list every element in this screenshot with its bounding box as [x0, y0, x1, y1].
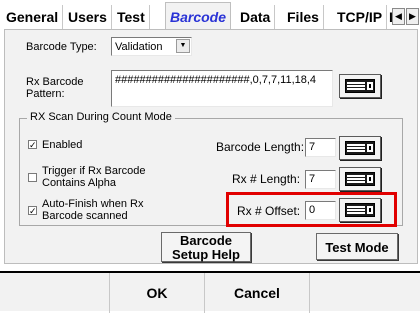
barcode-setup-help-button[interactable]: Barcode Setup Help: [161, 232, 251, 262]
tab-strip: General Users Test Barcode Data Files TC…: [0, 0, 420, 30]
rx-pattern-keyboard-button[interactable]: [339, 74, 381, 98]
tab-test[interactable]: Test: [113, 5, 150, 29]
barcode-length-keyboard-button[interactable]: [339, 136, 381, 160]
checkmark-icon: ✓: [29, 140, 37, 150]
checkmark-icon: ✓: [29, 206, 37, 216]
enabled-label: Enabled: [42, 139, 83, 151]
rx-scan-group-title: RX Scan During Count Mode: [27, 111, 175, 124]
rx-length-keyboard-button[interactable]: [339, 167, 381, 191]
trigger-alpha-checkbox[interactable]: [28, 173, 37, 182]
bottom-button-bar: OK Cancel: [0, 271, 420, 313]
tab-data[interactable]: Data: [236, 5, 276, 29]
tab-files[interactable]: Files: [283, 5, 324, 29]
tab-barcode[interactable]: Barcode: [165, 2, 232, 30]
barcode-type-select[interactable]: Validation ▼: [111, 37, 192, 56]
bottom-spacer-left: [0, 273, 110, 313]
bottom-spacer-right: [310, 273, 420, 313]
test-mode-button[interactable]: Test Mode: [316, 233, 398, 260]
enabled-checkbox[interactable]: ✓: [28, 140, 37, 150]
tab-tcpip[interactable]: TCP/IP: [333, 5, 388, 29]
auto-finish-label: Auto-Finish when Rx Barcode scanned: [42, 198, 144, 222]
rx-offset-keyboard-button[interactable]: [339, 198, 381, 222]
barcode-type-label: Barcode Type:: [26, 41, 97, 53]
keyboard-icon: [345, 79, 375, 93]
cancel-button[interactable]: Cancel: [205, 273, 310, 313]
barcode-type-value: Validation: [115, 41, 163, 53]
keyboard-icon: [345, 141, 375, 155]
rx-pattern-label: Rx Barcode Pattern:: [26, 76, 84, 100]
tab-users[interactable]: Users: [64, 5, 112, 29]
tab-scroll-right-icon[interactable]: ▶: [406, 8, 419, 25]
rx-offset-label: Rx # Offset:: [237, 204, 301, 218]
rx-length-label: Rx # Length:: [232, 172, 301, 186]
rx-pattern-field[interactable]: ######################,0,7,7,11,18,4: [111, 70, 333, 107]
rx-offset-input[interactable]: 0: [305, 201, 336, 220]
tab-general[interactable]: General: [2, 5, 64, 29]
trigger-alpha-label: Trigger if Rx Barcode Contains Alpha: [42, 165, 146, 189]
rx-length-input[interactable]: 7: [305, 170, 336, 189]
ok-button[interactable]: OK: [110, 273, 205, 313]
tab-scroll-left-icon[interactable]: ◀: [392, 8, 405, 25]
auto-finish-checkbox[interactable]: ✓: [28, 206, 37, 216]
barcode-length-input[interactable]: 7: [305, 138, 336, 157]
barcode-length-label: Barcode Length:: [216, 140, 305, 154]
chevron-down-icon[interactable]: ▼: [176, 39, 190, 53]
keyboard-icon: [345, 172, 375, 186]
keyboard-icon: [345, 203, 375, 217]
